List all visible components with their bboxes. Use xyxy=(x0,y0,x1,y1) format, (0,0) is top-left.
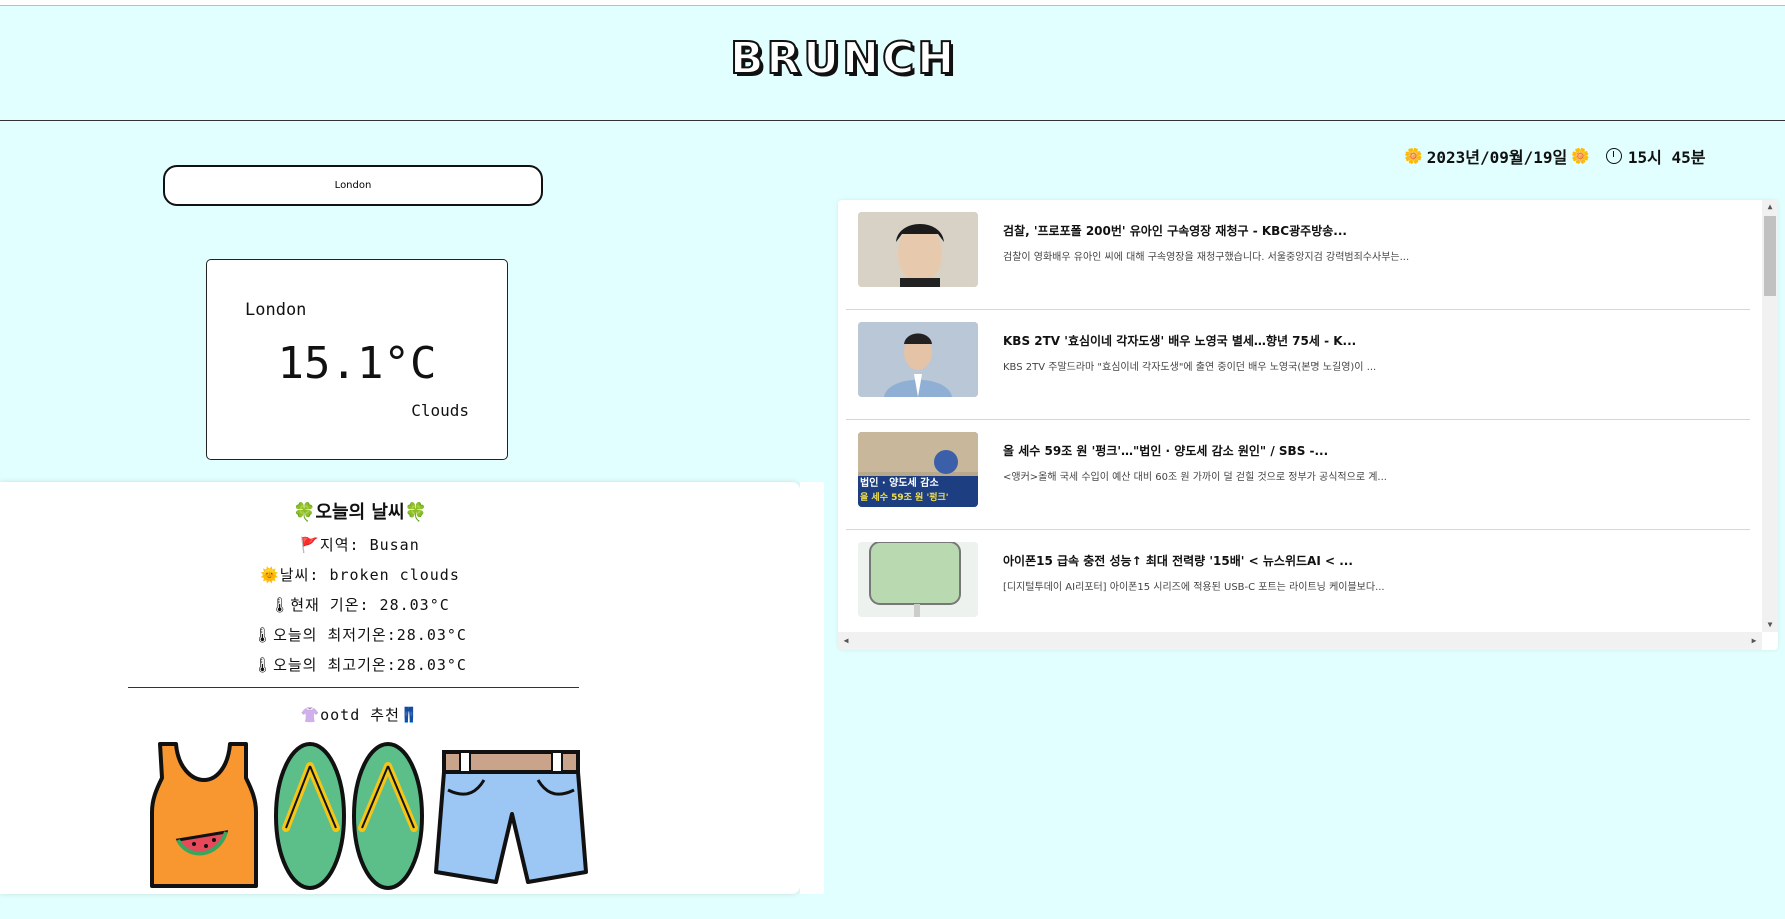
clock-icon xyxy=(1605,148,1622,164)
flower-icon: 🌼 xyxy=(1404,147,1423,165)
section-divider xyxy=(128,687,579,688)
news-description: <앵커>올해 국세 수입이 예산 대비 60조 원 가까이 덜 걷힐 것으로 정… xyxy=(1003,472,1387,483)
max-temp-line: 🌡오늘의 최고기온:28.03°C xyxy=(253,656,467,674)
thumb-caption: 올 세수 59조 원 '펑크' xyxy=(860,493,949,503)
min-temp-line: 🌡오늘의 최저기온:28.03°C xyxy=(253,626,467,644)
news-description: 검찰이 영화배우 유아인 씨에 대해 구속영장을 재청구했습니다. 서울중앙지검… xyxy=(1003,252,1410,263)
news-description: [디지털투데이 AI리포터] 아이폰15 시리즈에 적용된 USB-C 포트는 … xyxy=(1003,582,1385,593)
site-header: BRUNCH xyxy=(0,7,1785,121)
weather-temperature: 15.1°C xyxy=(277,338,437,389)
news-title[interactable]: KBS 2TV '효심이네 각자도생' 배우 노영국 별세…향년 75세 - K… xyxy=(1003,332,1356,349)
ootd-clothes xyxy=(150,742,588,890)
news-item[interactable]: 검찰, '프로포폴 200번' 유아인 구속영장 재청구 - KBC광주방송..… xyxy=(846,200,1750,310)
shorts-icon xyxy=(434,750,588,884)
news-description: KBS 2TV 주말드라마 "효심이네 각자도생"에 출연 중이던 배우 노영국… xyxy=(1003,362,1377,373)
news-item[interactable]: KBS 2TV '효심이네 각자도생' 배우 노영국 별세…향년 75세 - K… xyxy=(846,310,1750,420)
scroll-left-icon[interactable]: ◀ xyxy=(838,632,854,650)
scroll-down-icon[interactable]: ▼ xyxy=(1762,618,1778,632)
news-thumbnail[interactable] xyxy=(858,322,978,397)
flip-flops-icon xyxy=(274,742,424,890)
weather-line: 🌞날씨: broken clouds xyxy=(260,566,460,584)
brunch-logo[interactable]: BRUNCH xyxy=(729,32,955,85)
weather-condition: Clouds xyxy=(411,401,469,420)
scroll-right-icon[interactable]: ▶ xyxy=(1746,632,1762,650)
news-thumbnail[interactable] xyxy=(858,212,978,287)
current-temp-line: 🌡현재 기온: 28.03°C xyxy=(270,596,450,614)
news-item[interactable]: 법인 · 양도세 감소 올 세수 59조 원 '펑크' 올 세수 59조 원 '… xyxy=(846,420,1750,530)
news-title[interactable]: 올 세수 59조 원 '펑크'…"법인 · 양도세 감소 원인" / SBS -… xyxy=(1003,442,1328,459)
current-datetime: 🌼 2023년/09월/19일 🌼 15시 45분 xyxy=(1404,144,1734,168)
news-thumbnail[interactable] xyxy=(858,542,978,617)
current-time: 15시 45분 xyxy=(1627,148,1706,167)
news-item[interactable]: 아이폰15 급속 충전 성능↑ 최대 전력량 '15배' < 뉴스위드AI < … xyxy=(846,530,1750,632)
today-weather-title: 🍀오늘의 날씨🍀 xyxy=(293,502,427,523)
panel-strip xyxy=(800,482,824,894)
news-title[interactable]: 검찰, '프로포폴 200번' 유아인 구속영장 재청구 - KBC광주방송..… xyxy=(1003,222,1347,239)
tank-top-icon xyxy=(150,742,258,888)
flower-icon: 🌼 xyxy=(1571,147,1590,165)
scroll-up-icon[interactable]: ▲ xyxy=(1762,200,1778,214)
region-line: 🚩지역: Busan xyxy=(300,536,420,554)
news-title[interactable]: 아이폰15 급속 충전 성능↑ 최대 전력량 '15배' < 뉴스위드AI < … xyxy=(1003,552,1353,569)
city-search-input[interactable] xyxy=(163,165,543,206)
thumb-caption: 법인 · 양도세 감소 xyxy=(860,478,939,489)
browser-top-line xyxy=(0,0,1785,6)
news-horizontal-scrollbar[interactable]: ◀ ▶ xyxy=(838,632,1762,650)
news-list: 검찰, '프로포폴 200번' 유아인 구속영장 재청구 - KBC광주방송..… xyxy=(846,200,1756,632)
weather-card: London 15.1°C Clouds xyxy=(206,259,508,460)
current-date: 2023년/09월/19일 xyxy=(1426,148,1568,167)
news-panel: 검찰, '프로포폴 200번' 유아인 구속영장 재청구 - KBC광주방송..… xyxy=(838,200,1778,650)
news-vertical-scrollbar[interactable]: ▲ ▼ xyxy=(1762,200,1778,632)
scrollbar-thumb[interactable] xyxy=(1764,216,1776,296)
news-thumbnail[interactable]: 법인 · 양도세 감소 올 세수 59조 원 '펑크' xyxy=(858,432,978,507)
weather-city: London xyxy=(245,300,307,320)
today-weather-panel: 🍀오늘의 날씨🍀 🚩지역: Busan 🌞날씨: broken clouds 🌡… xyxy=(0,482,800,894)
ootd-title: 👚ootd 추천👖 xyxy=(300,706,420,724)
